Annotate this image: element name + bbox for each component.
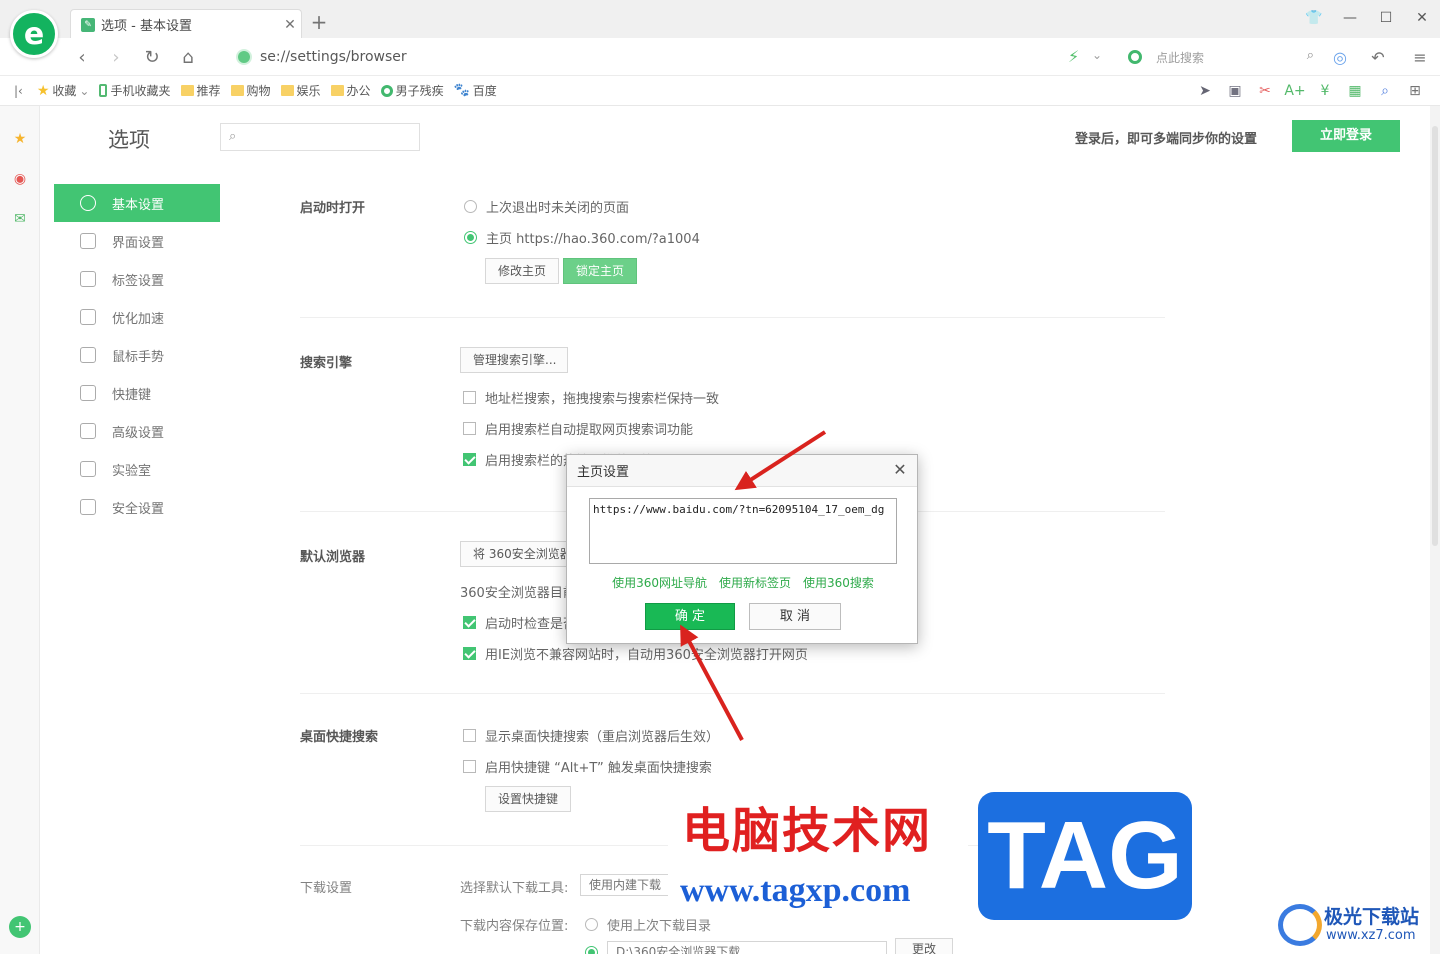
dialog-quick-links: 使用360网址导航 使用新标签页 使用360搜索	[567, 574, 919, 591]
swirl-logo-icon	[1278, 904, 1322, 946]
homepage-dialog: 主页设置 ✕ https://www.baidu.com/?tn=6209510…	[566, 454, 918, 644]
dialog-close-icon[interactable]: ✕	[889, 459, 911, 481]
dialog-title: 主页设置	[577, 465, 630, 480]
ok-button[interactable]: 确 定	[645, 603, 735, 630]
dialog-header: 主页设置	[567, 455, 917, 487]
watermark-tag-logo: TAG	[978, 792, 1192, 920]
homepage-url-textarea[interactable]: https://www.baidu.com/?tn=62095104_17_oe…	[589, 498, 897, 564]
use-360-search-link[interactable]: 使用360搜索	[803, 574, 874, 591]
watermark-site-url: www.tagxp.com	[668, 866, 968, 916]
watermark-site-name: 电脑技术网	[668, 800, 968, 864]
cancel-button[interactable]: 取 消	[749, 603, 841, 630]
360-browser-logo: e	[10, 10, 58, 58]
use-360-nav-link[interactable]: 使用360网址导航	[612, 574, 707, 591]
use-new-tab-link[interactable]: 使用新标签页	[719, 574, 791, 591]
watermark-brand2: 极光下载站 www.xz7.com	[1278, 900, 1438, 952]
